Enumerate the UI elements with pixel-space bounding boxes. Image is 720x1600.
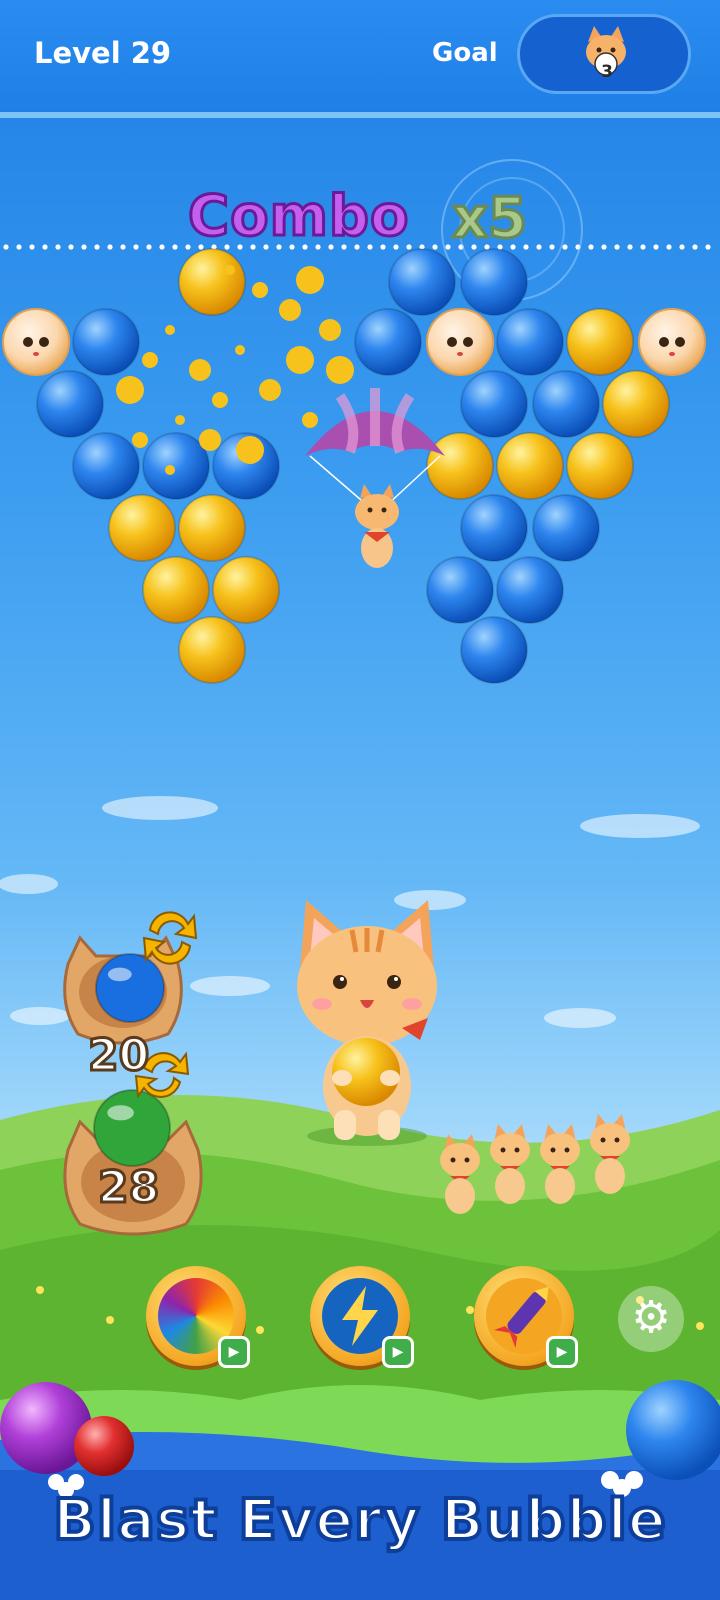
pop-particle xyxy=(142,352,158,368)
blue-bubble xyxy=(460,494,528,562)
yellow-bubble xyxy=(178,616,246,684)
yellow-bubble xyxy=(212,556,280,624)
small-cat xyxy=(540,1124,580,1204)
pop-particle xyxy=(165,325,175,335)
swap-arrows-icon[interactable] xyxy=(140,908,200,968)
current-ball-count: 20 xyxy=(86,1029,150,1083)
yellow-bubble xyxy=(178,494,246,562)
pop-particle xyxy=(235,345,245,355)
cat-bubble xyxy=(426,308,494,376)
blue-bubble xyxy=(388,248,456,316)
pop-particle xyxy=(296,266,324,294)
shooter-cat[interactable] xyxy=(282,900,452,1150)
slogan-text: Blast Every Bubble xyxy=(51,1486,668,1555)
pop-particle xyxy=(199,429,221,451)
pop-particle xyxy=(212,392,228,408)
yellow-bubble xyxy=(566,432,634,500)
parachute-cat xyxy=(305,388,445,568)
pop-particle xyxy=(319,319,341,341)
pop-particle xyxy=(165,465,175,475)
small-cat xyxy=(590,1114,630,1194)
pop-particle xyxy=(132,432,148,448)
pop-particle xyxy=(225,265,235,275)
pop-particle xyxy=(189,359,211,381)
cat-bubble xyxy=(2,308,70,376)
blue-bubble xyxy=(496,308,564,376)
bottom-banner xyxy=(0,1380,720,1600)
cat-bubble xyxy=(638,308,706,376)
yellow-bubble xyxy=(496,432,564,500)
blue-bubble xyxy=(460,616,528,684)
game-scene[interactable]: Level 29 Goal 3 Combo x5 20 28 ▶ ▶ ▶ ⚙ B… xyxy=(0,0,720,1600)
blue-bubble xyxy=(496,556,564,624)
pop-particle xyxy=(259,379,281,401)
pop-particle xyxy=(252,282,268,298)
blue-bubble xyxy=(460,370,528,438)
yellow-bubble xyxy=(108,494,176,562)
pop-particle xyxy=(279,299,301,321)
blue-bubble xyxy=(460,248,528,316)
blue-bubble xyxy=(532,370,600,438)
yellow-bubble xyxy=(566,308,634,376)
pop-particle xyxy=(286,346,314,374)
blue-bubble xyxy=(36,370,104,438)
small-cat xyxy=(440,1134,480,1214)
pop-particle xyxy=(326,356,354,384)
rescued-cats xyxy=(440,1114,630,1214)
pop-particle xyxy=(175,415,185,425)
pop-particle xyxy=(236,436,264,464)
blue-bubble xyxy=(532,494,600,562)
pop-particle xyxy=(116,376,144,404)
yellow-bubble xyxy=(602,370,670,438)
cloud xyxy=(102,796,218,820)
next-ball-count: 28 xyxy=(96,1161,160,1215)
loaded-ball[interactable] xyxy=(326,1032,406,1112)
yellow-bubble xyxy=(142,556,210,624)
small-cat xyxy=(490,1124,530,1204)
